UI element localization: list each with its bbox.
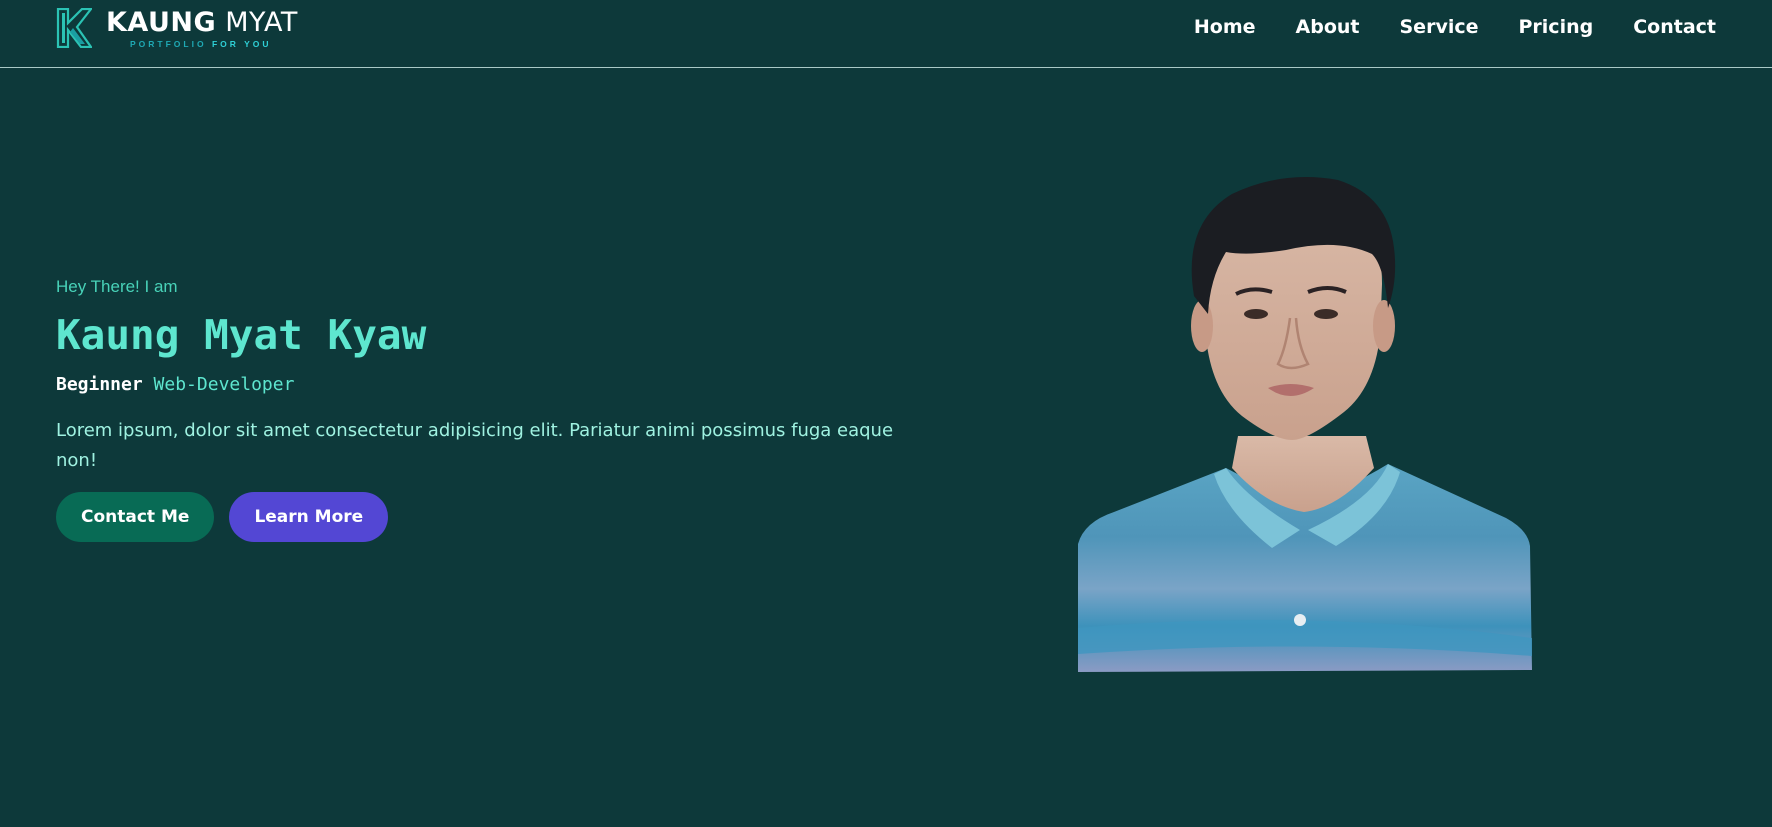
navbar: KAUNG MYAT PORTFOLIO FOR YOU Home About …: [0, 0, 1772, 68]
hero-role: Beginner Web-Developer: [56, 372, 896, 398]
hero-description: Lorem ipsum, dolor sit amet consectetur …: [56, 420, 894, 471]
hero-section: Hey There! I am Kaung Myat Kyaw Beginner…: [56, 270, 896, 542]
brand-tagline-b: FOR YOU: [211, 39, 272, 49]
nav-link-about[interactable]: About: [1296, 16, 1360, 38]
nav-item-contact: Contact: [1633, 16, 1716, 38]
hero-buttons: Contact Me Learn More: [56, 492, 896, 542]
nav-item-pricing: Pricing: [1519, 16, 1594, 38]
nav-item-home: Home: [1194, 16, 1256, 38]
hero-role-level: Beginner: [56, 374, 143, 395]
nav-link-pricing[interactable]: Pricing: [1519, 16, 1594, 38]
brand-logo[interactable]: KAUNG MYAT PORTFOLIO FOR YOU: [56, 8, 316, 50]
nav-link-home[interactable]: Home: [1194, 16, 1256, 38]
nav-link-service[interactable]: Service: [1400, 16, 1479, 38]
nav-item-service: Service: [1400, 16, 1479, 38]
brand-tagline-a: PORTFOLIO: [130, 39, 207, 49]
brand-tagline: PORTFOLIO FOR YOU: [130, 39, 272, 49]
hero-name: Kaung Myat Kyaw: [56, 311, 427, 359]
nav-links: Home About Service Pricing Contact: [1194, 16, 1716, 38]
hero-greeting: Hey There! I am: [56, 277, 178, 296]
contact-me-button[interactable]: Contact Me: [56, 492, 215, 542]
nav-item-about: About: [1296, 16, 1360, 38]
brand-name-bold: KAUNG: [106, 7, 217, 38]
nav-link-contact[interactable]: Contact: [1633, 16, 1716, 38]
brand-name: KAUNG MYAT: [106, 8, 298, 38]
learn-more-button[interactable]: Learn More: [229, 492, 389, 542]
k-logo-icon: [56, 8, 92, 48]
profile-photo: [1078, 177, 1532, 672]
hero-role-title: Web-Developer: [153, 374, 295, 395]
brand-name-light: MYAT: [225, 7, 298, 38]
